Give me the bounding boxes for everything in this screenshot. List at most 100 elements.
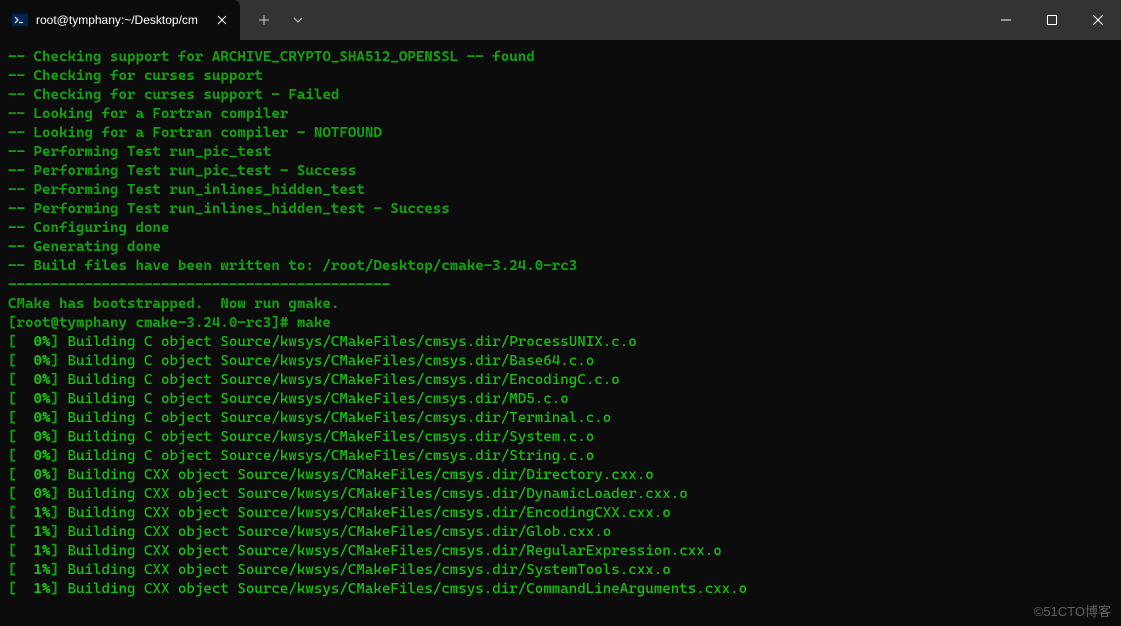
bracket-close: ] xyxy=(50,524,67,540)
build-line: [ 0%] Building C object Source/kwsys/CMa… xyxy=(8,447,1113,466)
output-line: -- Performing Test run_inlines_hidden_te… xyxy=(8,181,1113,200)
output-text: -- Performing Test run_pic_test - Succes… xyxy=(8,163,356,179)
build-text: Building C object Source/kwsys/CMakeFile… xyxy=(67,372,619,388)
build-text: Building CXX object Source/kwsys/CMakeFi… xyxy=(67,505,670,521)
build-percent: 1% xyxy=(17,562,51,578)
build-percent: 0% xyxy=(17,448,51,464)
output-text: ----------------------------------------… xyxy=(8,277,390,293)
bracket-close: ] xyxy=(50,467,67,483)
tab-controls xyxy=(240,0,314,40)
build-percent: 1% xyxy=(17,543,51,559)
output-text: -- Checking support for ARCHIVE_CRYPTO_S… xyxy=(8,49,535,65)
bracket-open: [ xyxy=(8,505,17,521)
build-text: Building C object Source/kwsys/CMakeFile… xyxy=(67,410,611,426)
output-text: -- Performing Test run_inlines_hidden_te… xyxy=(8,201,450,217)
build-percent: 1% xyxy=(17,505,51,521)
build-line: [ 0%] Building CXX object Source/kwsys/C… xyxy=(8,485,1113,504)
bracket-close: ] xyxy=(50,581,67,597)
terminal-output[interactable]: -- Checking support for ARCHIVE_CRYPTO_S… xyxy=(0,40,1121,626)
build-text: Building CXX object Source/kwsys/CMakeFi… xyxy=(67,562,670,578)
bracket-open: [ xyxy=(8,486,17,502)
output-line: -- Configuring done xyxy=(8,219,1113,238)
bracket-close: ] xyxy=(50,410,67,426)
output-text: -- Build files have been written to: /ro… xyxy=(8,258,577,274)
bracket-open: [ xyxy=(8,562,17,578)
bracket-open: [ xyxy=(8,524,17,540)
output-text: -- Looking for a Fortran compiler xyxy=(8,106,288,122)
build-percent: 0% xyxy=(17,372,51,388)
output-line: ----------------------------------------… xyxy=(8,276,1113,295)
build-line: [ 1%] Building CXX object Source/kwsys/C… xyxy=(8,504,1113,523)
build-percent: 0% xyxy=(17,467,51,483)
build-percent: 0% xyxy=(17,391,51,407)
terminal-tab[interactable]: root@tymphany:~/Desktop/cm xyxy=(0,0,240,40)
bracket-open: [ xyxy=(8,467,17,483)
bracket-close: ] xyxy=(50,562,67,578)
bracket-close: ] xyxy=(50,486,67,502)
output-text: -- Performing Test run_inlines_hidden_te… xyxy=(8,182,365,198)
output-line: -- Performing Test run_pic_test - Succes… xyxy=(8,162,1113,181)
output-line: CMake has bootstrapped. Now run gmake. xyxy=(8,295,1113,314)
bracket-close: ] xyxy=(50,543,67,559)
bracket-open: [ xyxy=(8,543,17,559)
build-line: [ 1%] Building CXX object Source/kwsys/C… xyxy=(8,561,1113,580)
build-text: Building C object Source/kwsys/CMakeFile… xyxy=(67,448,594,464)
bracket-close: ] xyxy=(50,334,67,350)
bracket-close: ] xyxy=(50,372,67,388)
output-text: -- Performing Test run_pic_test xyxy=(8,144,271,160)
output-line: -- Performing Test run_inlines_hidden_te… xyxy=(8,200,1113,219)
new-tab-button[interactable] xyxy=(248,4,280,36)
bracket-open: [ xyxy=(8,391,17,407)
build-percent: 1% xyxy=(17,524,51,540)
build-text: Building CXX object Source/kwsys/CMakeFi… xyxy=(67,467,653,483)
build-text: Building CXX object Source/kwsys/CMakeFi… xyxy=(67,486,687,502)
output-text: CMake has bootstrapped. Now run gmake. xyxy=(8,296,339,312)
bracket-close: ] xyxy=(50,429,67,445)
command-text: make xyxy=(297,315,331,331)
bracket-close: ] xyxy=(50,448,67,464)
build-line: [ 0%] Building C object Source/kwsys/CMa… xyxy=(8,390,1113,409)
bracket-open: [ xyxy=(8,353,17,369)
bracket-open: [ xyxy=(8,448,17,464)
build-line: [ 0%] Building CXX object Source/kwsys/C… xyxy=(8,466,1113,485)
build-text: Building CXX object Source/kwsys/CMakeFi… xyxy=(67,524,611,540)
tab-close-button[interactable] xyxy=(214,12,230,28)
output-line: -- Looking for a Fortran compiler - NOTF… xyxy=(8,124,1113,143)
maximize-button[interactable] xyxy=(1029,0,1075,40)
output-line: -- Looking for a Fortran compiler xyxy=(8,105,1113,124)
build-line: [ 0%] Building C object Source/kwsys/CMa… xyxy=(8,333,1113,352)
build-percent: 0% xyxy=(17,429,51,445)
output-text: -- Looking for a Fortran compiler - NOTF… xyxy=(8,125,382,141)
build-line: [ 0%] Building C object Source/kwsys/CMa… xyxy=(8,371,1113,390)
output-text: -- Checking for curses support - Failed xyxy=(8,87,339,103)
build-text: Building CXX object Source/kwsys/CMakeFi… xyxy=(67,581,747,597)
output-text: -- Checking for curses support xyxy=(8,68,263,84)
build-line: [ 0%] Building C object Source/kwsys/CMa… xyxy=(8,352,1113,371)
build-percent: 0% xyxy=(17,353,51,369)
bracket-open: [ xyxy=(8,334,17,350)
build-line: [ 0%] Building C object Source/kwsys/CMa… xyxy=(8,428,1113,447)
build-text: Building C object Source/kwsys/CMakeFile… xyxy=(67,391,568,407)
build-text: Building C object Source/kwsys/CMakeFile… xyxy=(67,334,636,350)
build-percent: 0% xyxy=(17,334,51,350)
minimize-button[interactable] xyxy=(983,0,1029,40)
tab-dropdown-button[interactable] xyxy=(282,4,314,36)
bracket-open: [ xyxy=(8,581,17,597)
bracket-close: ] xyxy=(50,391,67,407)
build-line: [ 0%] Building C object Source/kwsys/CMa… xyxy=(8,409,1113,428)
output-line: -- Build files have been written to: /ro… xyxy=(8,257,1113,276)
build-percent: 0% xyxy=(17,486,51,502)
build-percent: 1% xyxy=(17,581,51,597)
tab-title: root@tymphany:~/Desktop/cm xyxy=(36,13,206,27)
output-text: -- Configuring done xyxy=(8,220,169,236)
build-text: Building CXX object Source/kwsys/CMakeFi… xyxy=(67,543,721,559)
output-line: -- Checking for curses support - Failed xyxy=(8,86,1113,105)
build-text: Building C object Source/kwsys/CMakeFile… xyxy=(67,429,594,445)
bracket-open: [ xyxy=(8,372,17,388)
bracket-open: [ xyxy=(8,410,17,426)
output-line: -- Checking for curses support xyxy=(8,67,1113,86)
output-line: -- Performing Test run_pic_test xyxy=(8,143,1113,162)
watermark: ©51CTO博客 xyxy=(1034,601,1111,620)
window-close-button[interactable] xyxy=(1075,0,1121,40)
build-line: [ 1%] Building CXX object Source/kwsys/C… xyxy=(8,580,1113,599)
